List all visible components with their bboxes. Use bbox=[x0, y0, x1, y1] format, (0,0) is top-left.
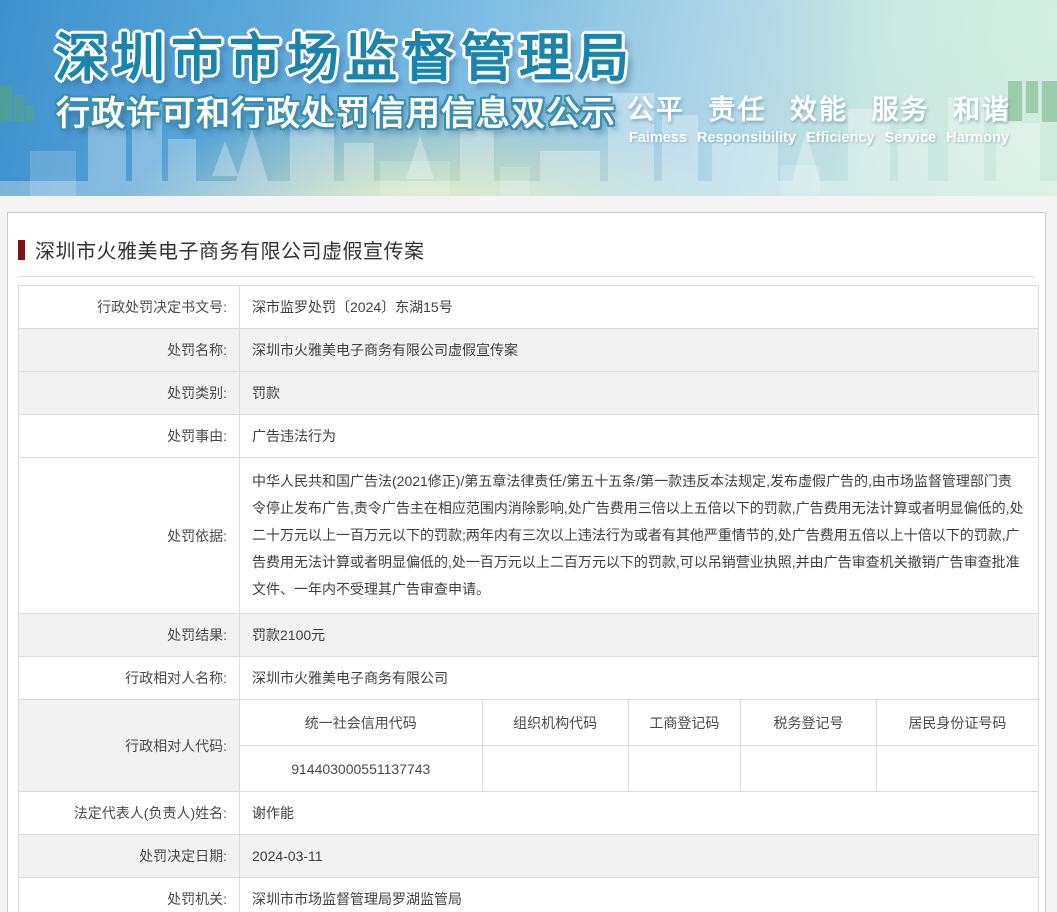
table-row-penalty-name: 处罚名称: 深圳市火雅美电子商务有限公司虚假宣传案 bbox=[19, 328, 1038, 371]
row-label: 处罚依据: bbox=[19, 458, 240, 613]
row-label: 处罚事由: bbox=[19, 415, 240, 457]
codes-value-row: 914403000551137743 bbox=[240, 746, 1038, 791]
site-banner: 深圳市市场监督管理局 行政许可和行政处罚信用信息双公示 公平 责任 效能 服务 … bbox=[0, 0, 1057, 196]
row-value: 罚款2100元 bbox=[252, 627, 326, 643]
codes-value-cell bbox=[629, 746, 742, 791]
row-value: 中华人民共和国广告法(2021修正)/第五章法律责任/第五十五条/第一款违反本法… bbox=[252, 473, 1024, 597]
row-label: 处罚结果: bbox=[19, 614, 240, 656]
table-row-counterpart-name: 行政相对人名称: 深圳市火雅美电子商务有限公司 bbox=[19, 656, 1038, 699]
slogan-en: Faimess Responsibility Efficiency Servic… bbox=[628, 130, 1010, 146]
row-label: 处罚决定日期: bbox=[19, 835, 240, 877]
row-value: 深圳市火雅美电子商务有限公司虚假宣传案 bbox=[252, 342, 518, 358]
codes-value-cell bbox=[483, 746, 629, 791]
row-value: 深圳市市场监督管理局罗湖监管局 bbox=[252, 891, 462, 907]
case-title-section: 深圳市火雅美电子商务有限公司虚假宣传案 bbox=[18, 213, 1035, 277]
banner-slogan: 公平 责任 效能 服务 和谐 Faimess Responsibility Ef… bbox=[627, 88, 1011, 146]
row-value: 深圳市火雅美电子商务有限公司 bbox=[252, 670, 448, 686]
codes-header-row: 统一社会信用代码 组织机构代码 工商登记码 税务登记号 居民身份证号码 bbox=[240, 700, 1038, 746]
page-title: 深圳市火雅美电子商务有限公司虚假宣传案 bbox=[35, 241, 425, 263]
codes-value-cell bbox=[741, 746, 877, 791]
title-accent-bar bbox=[18, 239, 25, 260]
row-value: 深市监罗处罚〔2024〕东湖15号 bbox=[252, 299, 453, 315]
table-row-counterpart-codes: 行政相对人代码: 统一社会信用代码 组织机构代码 工商登记码 税务登记号 居民身… bbox=[19, 699, 1038, 791]
row-value: 罚款 bbox=[252, 385, 280, 401]
codes-header-cell: 居民身份证号码 bbox=[908, 714, 1007, 731]
table-row-decision-date: 处罚决定日期: 2024-03-11 bbox=[19, 834, 1038, 877]
codes-header-cell: 组织机构代码 bbox=[483, 700, 629, 745]
codes-header-cell: 税务登记号 bbox=[741, 700, 877, 745]
codes-header-cell: 工商登记码 bbox=[629, 700, 742, 745]
row-label: 法定代表人(负责人)姓名: bbox=[19, 792, 240, 834]
row-label: 处罚类别: bbox=[19, 372, 240, 414]
table-row-penalty-reason: 处罚事由: 广告违法行为 bbox=[19, 414, 1038, 457]
row-label: 行政相对人名称: bbox=[19, 657, 240, 699]
codes-value-cell bbox=[877, 746, 1038, 791]
banner-subtitle: 行政许可和行政处罚信用信息双公示 bbox=[56, 95, 616, 133]
row-label: 行政处罚决定书文号: bbox=[19, 286, 240, 328]
table-row-penalty-basis: 处罚依据: 中华人民共和国广告法(2021修正)/第五章法律责任/第五十五条/第… bbox=[19, 457, 1038, 613]
corner-building-icon bbox=[1008, 81, 1057, 122]
slogan-cn: 公平 责任 效能 服务 和谐 bbox=[626, 95, 1011, 125]
row-value: 谢作能 bbox=[252, 805, 294, 821]
table-row-decision-number: 行政处罚决定书文号: 深市监罗处罚〔2024〕东湖15号 bbox=[19, 286, 1038, 328]
org-title: 深圳市市场监督管理局 bbox=[55, 30, 636, 88]
row-label: 处罚名称: bbox=[19, 329, 240, 371]
row-value: 2024-03-11 bbox=[252, 848, 323, 864]
table-row-penalty-result: 处罚结果: 罚款2100元 bbox=[19, 613, 1038, 656]
penalty-info-table: 行政处罚决定书文号: 深市监罗处罚〔2024〕东湖15号 处罚名称: 深圳市火雅… bbox=[18, 285, 1039, 912]
content-panel: 深圳市火雅美电子商务有限公司虚假宣传案 行政处罚决定书文号: 深市监罗处罚〔20… bbox=[7, 212, 1046, 912]
codes-value-cell: 914403000551137743 bbox=[240, 746, 483, 791]
table-row-legal-representative: 法定代表人(负责人)姓名: 谢作能 bbox=[19, 791, 1038, 834]
row-value: 广告违法行为 bbox=[252, 428, 336, 444]
corner-building-icon bbox=[0, 85, 34, 121]
table-row-penalty-authority: 处罚机关: 深圳市市场监督管理局罗湖监管局 bbox=[19, 877, 1038, 912]
row-label: 行政相对人代码: bbox=[19, 700, 240, 791]
codes-header-cell: 统一社会信用代码 bbox=[240, 700, 483, 745]
table-row-penalty-category: 处罚类别: 罚款 bbox=[19, 371, 1038, 414]
codes-subtable: 统一社会信用代码 组织机构代码 工商登记码 税务登记号 居民身份证号码 9144… bbox=[240, 700, 1038, 791]
row-label: 处罚机关: bbox=[19, 878, 240, 912]
